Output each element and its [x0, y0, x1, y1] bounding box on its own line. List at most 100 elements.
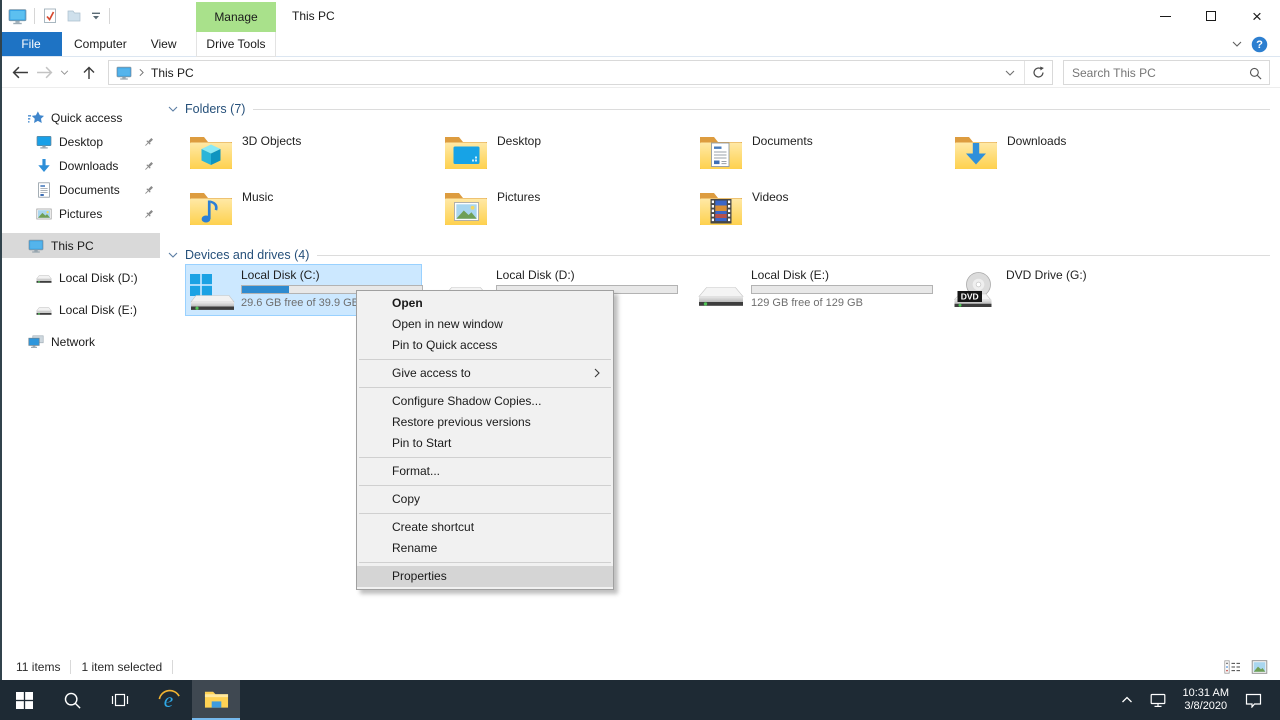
menu-item-copy[interactable]: Copy — [357, 489, 613, 510]
tile-drive-dvd-drive-g[interactable]: DVDDVD Drive (G:) — [950, 264, 1187, 316]
sidebar-item-quick-access[interactable]: Quick access — [0, 106, 160, 130]
tile-folder-desktop[interactable]: Desktop — [440, 128, 677, 178]
sidebar-item-label: Network — [51, 335, 95, 349]
forward-button[interactable] — [32, 57, 56, 88]
sidebar-item-local-disk-d[interactable]: Local Disk (D:) — [0, 262, 160, 294]
back-button[interactable] — [8, 57, 32, 88]
menu-separator — [359, 457, 611, 458]
sidebar-item-desktop[interactable]: Desktop — [0, 130, 160, 154]
this-pc-icon — [28, 238, 44, 254]
window-title: This PC — [292, 0, 335, 32]
recent-locations-dropdown[interactable] — [56, 57, 72, 88]
tile-folder-videos[interactable]: Videos — [695, 184, 932, 234]
search-icon[interactable] — [1249, 67, 1262, 80]
group-header-devices[interactable]: Devices and drives (4) — [160, 246, 1270, 264]
tab-computer[interactable]: Computer — [62, 32, 139, 56]
group-header-folders[interactable]: Folders (7) — [160, 100, 1270, 118]
network-tray-icon[interactable] — [1141, 680, 1175, 720]
menu-item-pin-to-start[interactable]: Pin to Start — [357, 433, 613, 454]
status-bar: 11 items 1 item selected — [0, 654, 1280, 680]
menu-item-rename[interactable]: Rename — [357, 538, 613, 559]
sidebar-item-local-disk-e[interactable]: Local Disk (E:) — [0, 294, 160, 326]
menu-item-restore-previous-versions[interactable]: Restore previous versions — [357, 412, 613, 433]
sidebar-item-this-pc[interactable]: This PC — [0, 233, 160, 258]
sidebar-item-label: Local Disk (D:) — [59, 271, 138, 285]
contextual-tab-header-manage[interactable]: Manage — [196, 2, 276, 32]
tile-folder-pictures[interactable]: Pictures — [440, 184, 677, 234]
menu-item-create-shortcut[interactable]: Create shortcut — [357, 517, 613, 538]
task-view-button[interactable] — [96, 680, 144, 720]
menu-separator — [359, 513, 611, 514]
minimize-button[interactable] — [1142, 0, 1188, 32]
large-icons-view-button[interactable] — [1251, 660, 1268, 674]
status-separator — [70, 660, 71, 674]
system-drive-icon — [187, 271, 235, 315]
menu-item-properties[interactable]: Properties — [357, 566, 613, 587]
start-button[interactable] — [0, 680, 48, 720]
refresh-icon[interactable] — [1025, 66, 1052, 79]
sidebar-item-downloads[interactable]: Downloads — [0, 154, 160, 178]
tile-folder-documents[interactable]: Documents — [695, 128, 932, 178]
internet-explorer-button[interactable]: e — [144, 680, 192, 720]
sidebar-item-pictures[interactable]: Pictures — [0, 202, 160, 226]
search-input[interactable] — [1064, 61, 1269, 84]
menu-item-open[interactable]: Open — [357, 293, 613, 314]
tray-chevron-icon[interactable] — [1113, 680, 1141, 720]
up-button[interactable] — [76, 57, 102, 88]
items-count: 11 items — [16, 660, 60, 674]
tile-folder-3d-objects[interactable]: 3D Objects — [185, 128, 422, 178]
pin-icon — [142, 136, 155, 149]
maximize-button[interactable] — [1188, 0, 1234, 32]
toolbar-separator — [34, 8, 35, 24]
toolbar-dropdown-icon[interactable] — [90, 10, 102, 22]
desktop-screen: Manage This PC × File Computer View Driv… — [0, 0, 1280, 720]
group-label[interactable]: Devices and drives (4) — [185, 248, 309, 262]
menu-item-open-in-new-window[interactable]: Open in new window — [357, 314, 613, 335]
help-icon[interactable]: ? — [1251, 36, 1268, 53]
tile-folder-downloads[interactable]: Downloads — [950, 128, 1187, 178]
minimize-icon — [1160, 16, 1171, 17]
tab-drive-tools[interactable]: Drive Tools — [196, 32, 276, 57]
folder-3d-objects-icon — [187, 130, 235, 174]
chevron-down-icon[interactable] — [1232, 41, 1242, 47]
new-folder-icon[interactable] — [66, 8, 82, 24]
pin-icon — [142, 208, 155, 221]
action-center-icon[interactable] — [1237, 680, 1270, 720]
computer-icon[interactable] — [8, 8, 27, 25]
breadcrumb[interactable]: This PC — [151, 66, 194, 80]
taskbar-clock[interactable]: 10:31 AM 3/8/2020 — [1175, 687, 1237, 713]
menu-item-give-access-to[interactable]: Give access to — [357, 363, 613, 384]
window-edge — [0, 0, 2, 680]
sidebar-item-network[interactable]: Network — [0, 326, 160, 358]
breadcrumb-chevron-icon[interactable] — [139, 68, 144, 77]
tab-file[interactable]: File — [0, 32, 62, 56]
sidebar-item-label: Local Disk (E:) — [59, 303, 137, 317]
maximize-icon — [1206, 11, 1216, 21]
title-bar[interactable]: Manage This PC × — [0, 0, 1280, 32]
menu-item-format[interactable]: Format... — [357, 461, 613, 482]
chevron-down-icon[interactable] — [168, 252, 178, 258]
tile-label: Downloads — [1007, 134, 1066, 178]
menu-item-configure-shadow-copies[interactable]: Configure Shadow Copies... — [357, 391, 613, 412]
submenu-arrow-icon — [594, 368, 600, 378]
dvd-drive-icon: DVD — [952, 271, 1000, 315]
search-box[interactable] — [1063, 60, 1270, 85]
chevron-down-icon[interactable] — [168, 106, 178, 112]
tab-view[interactable]: View — [139, 32, 189, 56]
taskbar-search-icon — [63, 691, 82, 710]
address-bar[interactable]: This PC — [108, 60, 1053, 85]
view-toggle-group — [1224, 660, 1268, 674]
group-label[interactable]: Folders (7) — [185, 102, 245, 116]
search-button[interactable] — [48, 680, 96, 720]
address-dropdown-icon[interactable] — [996, 70, 1024, 76]
sidebar-item-documents[interactable]: Documents — [0, 178, 160, 202]
properties-check-icon[interactable] — [42, 8, 58, 24]
menu-item-pin-to-quick-access[interactable]: Pin to Quick access — [357, 335, 613, 356]
drive-large-icon — [697, 271, 745, 315]
file-explorer-button[interactable] — [192, 680, 240, 720]
close-button[interactable]: × — [1234, 0, 1280, 32]
drive-icon — [36, 270, 52, 286]
tile-drive-local-disk-e[interactable]: Local Disk (E:)129 GB free of 129 GB — [695, 264, 932, 316]
details-view-button[interactable] — [1224, 660, 1241, 674]
tile-folder-music[interactable]: Music — [185, 184, 422, 234]
